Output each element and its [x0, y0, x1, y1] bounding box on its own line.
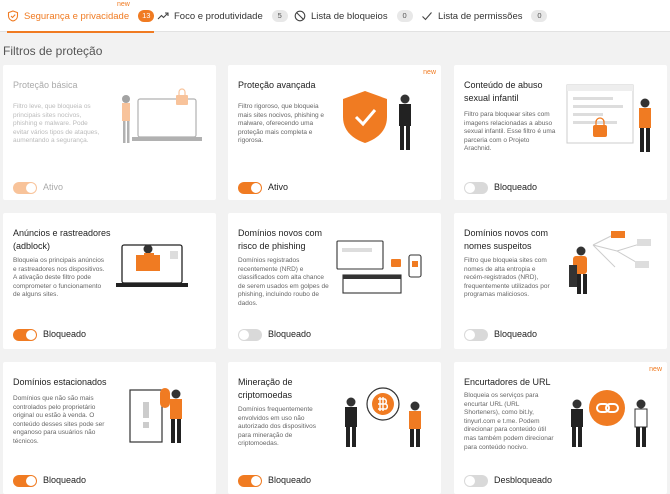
card-title: Domínios estacionados [13, 377, 107, 387]
card-title: Proteção avançada [238, 80, 316, 90]
section-title: Filtros de proteção [3, 44, 103, 58]
shield-check-icon [7, 10, 19, 22]
status-label: Bloqueado [494, 182, 538, 192]
card-title: Proteção básica [13, 80, 78, 90]
card-description: Filtro rigoroso, que bloqueia mais sites… [238, 103, 324, 145]
new-badge: new [117, 1, 130, 8]
tab-count-badge: 5 [271, 10, 288, 22]
tab-label: Foco e produtividade [174, 10, 263, 22]
toggle-switch[interactable] [238, 475, 262, 487]
filter-card-suspicious-domains: Domínios novos com nomes suspeitos Filtr… [454, 213, 667, 349]
filter-card-basic-protection: Proteção básica Filtro leve, que bloquei… [3, 65, 216, 200]
filter-card-phishing-domains: Domínios novos com risco de phishing Dom… [228, 213, 441, 349]
laptop-lock-illustration [106, 73, 210, 163]
card-title: Encurtadores de URL [464, 377, 551, 387]
card-title: Anúncios e rastreadores (adblock) [13, 228, 111, 251]
filter-card-parked-domains: Domínios estacionados Domínios que não s… [3, 362, 216, 494]
bitcoin-people-illustration [331, 370, 435, 460]
toggle-switch[interactable] [464, 182, 488, 194]
door-person-illustration [106, 370, 210, 460]
toggle-switch[interactable] [238, 329, 262, 341]
filter-card-url-shorteners: new Encurtadores de URL Bloqueia os serv… [454, 362, 667, 494]
filter-card-crypto-mining: Mineração de criptomoedas Domínios frequ… [228, 362, 441, 494]
card-title: Mineração de criptomoedas [238, 377, 293, 400]
person-network-illustration [557, 221, 661, 311]
filter-tabs: Segurança e privacidade 13 new Foco e pr… [0, 0, 670, 33]
status-label: Bloqueado [43, 475, 87, 485]
filter-card-ads-trackers: Anúncios e rastreadores (adblock) Bloque… [3, 213, 216, 349]
link-people-illustration [557, 370, 661, 460]
card-description: Bloqueia os principais anúncios e rastre… [13, 257, 105, 299]
tab-count-badge: 0 [531, 10, 548, 22]
card-description: Filtro que bloqueia sites com nomes de a… [464, 257, 550, 299]
card-title: Conteúdo de abuso sexual infantil [464, 80, 543, 103]
card-description: Filtro para bloquear sites com imagens r… [464, 111, 556, 153]
laptop-ads-illustration [106, 221, 210, 311]
tab-count-badge: 13 [138, 10, 155, 22]
tab-security-privacy[interactable]: Segurança e privacidade 13 new [7, 0, 155, 33]
devices-phishing-illustration [331, 221, 435, 311]
toggle-switch[interactable] [238, 182, 262, 194]
status-label: Ativo [268, 182, 289, 192]
status-label: Ativo [43, 182, 64, 192]
card-description: Domínios que não são mais controlados pe… [13, 395, 105, 445]
tab-label: Segurança e privacidade [24, 10, 130, 22]
tab-blocklist[interactable]: Lista de bloqueios 0 [294, 0, 413, 32]
trend-up-icon [157, 10, 169, 22]
status-label: Bloqueado [494, 329, 538, 339]
tab-allowlist[interactable]: Lista de permissões 0 [421, 0, 548, 32]
tab-count-badge: 0 [396, 10, 413, 22]
filter-card-advanced-protection: new Proteção avançada Filtro rigoroso, q… [228, 65, 441, 200]
tab-label: Lista de permissões [438, 10, 523, 22]
toggle-switch[interactable] [13, 475, 37, 487]
card-description: Domínios registrados recentemente (NRD) … [238, 257, 329, 307]
shield-person-illustration [331, 73, 435, 163]
toggle-switch[interactable] [464, 475, 488, 487]
card-description: Domínios frequentemente envolvidos em us… [238, 406, 317, 448]
card-title: Domínios novos com nomes suspeitos [464, 228, 549, 251]
tab-label: Lista de bloqueios [311, 10, 388, 22]
toggle-switch[interactable] [13, 329, 37, 341]
status-label: Bloqueado [268, 329, 312, 339]
toggle-switch[interactable] [13, 182, 37, 194]
check-icon [421, 10, 433, 22]
toggle-switch[interactable] [464, 329, 488, 341]
status-label: Bloqueado [43, 329, 87, 339]
card-title: Domínios novos com risco de phishing [238, 228, 323, 251]
browser-lock-illustration [557, 73, 661, 163]
card-description: Filtro leve, que bloqueia os principais … [13, 103, 100, 145]
tab-focus-productivity[interactable]: Foco e produtividade 5 [157, 0, 288, 32]
filter-card-child-abuse-content: Conteúdo de abuso sexual infantil Filtro… [454, 65, 667, 200]
status-label: Bloqueado [268, 475, 312, 485]
block-icon [294, 10, 306, 22]
status-label: Desbloqueado [494, 475, 553, 485]
card-description: Bloqueia os serviços para encurtar URL (… [464, 392, 554, 451]
